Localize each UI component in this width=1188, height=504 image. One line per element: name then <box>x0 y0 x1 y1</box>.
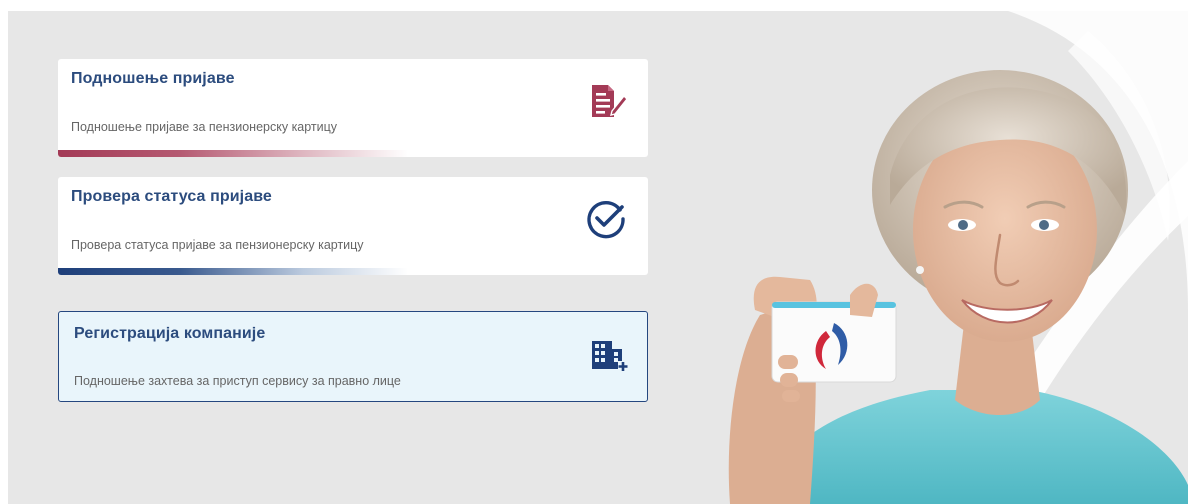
check-status-card[interactable]: Провера статуса пријаве Провера статуса … <box>58 177 648 275</box>
document-edit-icon <box>592 85 628 117</box>
submit-application-card[interactable]: Подношење пријаве Подношење пријаве за п… <box>58 59 648 157</box>
building-add-icon <box>592 341 628 371</box>
card-description: Провера статуса пријаве за пензионерску … <box>71 238 364 252</box>
check-circle-icon <box>587 200 625 239</box>
card-description: Подношење пријаве за пензионерску картиц… <box>71 120 338 134</box>
senior-woman-holding-card-photo <box>728 70 1188 504</box>
register-company-card[interactable]: Регистрација компаније Подношење захтева… <box>58 311 648 402</box>
card-description: Подношење захтева за приступ сервису за … <box>74 374 401 388</box>
card-title: Провера статуса пријаве <box>71 188 272 205</box>
card-accent-bar <box>58 268 408 275</box>
card-title: Регистрација компаније <box>74 325 266 342</box>
page: Подношење пријаве Подношење пријаве за п… <box>0 0 1188 504</box>
card-title: Подношење пријаве <box>71 70 235 87</box>
card-accent-bar <box>58 150 408 157</box>
